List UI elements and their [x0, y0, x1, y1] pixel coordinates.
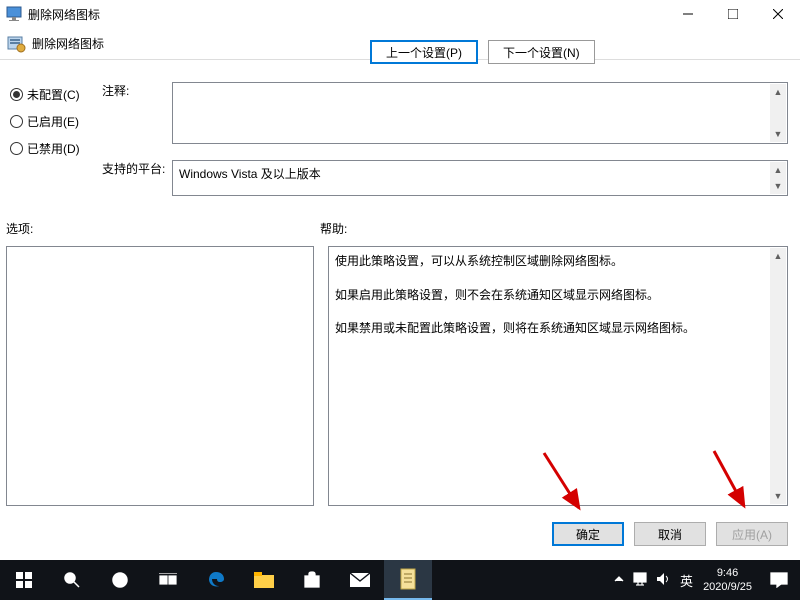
mail-icon[interactable]: [336, 560, 384, 600]
action-center-icon[interactable]: [758, 572, 800, 588]
cancel-button[interactable]: 取消: [634, 522, 706, 546]
ok-button[interactable]: 确定: [552, 522, 624, 546]
scroll-down-icon[interactable]: ▼: [770, 126, 786, 142]
close-button[interactable]: [755, 0, 800, 28]
ime-indicator[interactable]: 英: [680, 571, 693, 590]
store-icon[interactable]: [288, 560, 336, 600]
policy-icon: [6, 34, 26, 54]
tray-chevron-icon[interactable]: [614, 574, 624, 587]
app-icon: [6, 6, 22, 22]
scrollbar[interactable]: ▲▼: [770, 248, 786, 504]
prev-setting-button[interactable]: 上一个设置(P): [370, 40, 478, 64]
app-task-icon[interactable]: [384, 560, 432, 600]
apply-button[interactable]: 应用(A): [716, 522, 788, 546]
radio-label: 已禁用(D): [27, 140, 80, 157]
options-label: 选项:: [6, 220, 33, 237]
help-text: 使用此策略设置，可以从系统控制区域删除网络图标。: [335, 251, 781, 273]
network-tray-icon[interactable]: [632, 572, 648, 589]
taskbar: 英 9:46 2020/9/25: [0, 560, 800, 600]
next-setting-button[interactable]: 下一个设置(N): [488, 40, 595, 64]
scroll-down-icon[interactable]: ▼: [770, 178, 786, 194]
minimize-button[interactable]: [665, 0, 710, 28]
search-icon[interactable]: [48, 560, 96, 600]
state-radios: 未配置(C) 已启用(E) 已禁用(D): [10, 86, 80, 167]
help-pane: 使用此策略设置，可以从系统控制区域删除网络图标。 如果启用此策略设置，则不会在系…: [328, 246, 788, 506]
window-title: 删除网络图标: [28, 6, 665, 23]
edge-icon[interactable]: [192, 560, 240, 600]
policy-title: 删除网络图标: [32, 35, 104, 52]
volume-tray-icon[interactable]: [656, 572, 672, 589]
help-label: 帮助:: [320, 220, 347, 237]
radio-label: 未配置(C): [27, 86, 80, 103]
radio-enabled[interactable]: 已启用(E): [10, 113, 80, 130]
options-pane: [6, 246, 314, 506]
scrollbar[interactable]: ▲▼: [770, 84, 786, 142]
platform-label: 支持的平台:: [102, 160, 165, 177]
help-text: 如果禁用或未配置此策略设置，则将在系统通知区域显示网络图标。: [335, 318, 781, 340]
titlebar: 删除网络图标: [0, 0, 800, 28]
taskview-icon[interactable]: [144, 560, 192, 600]
scrollbar[interactable]: ▲▼: [770, 162, 786, 194]
maximize-button[interactable]: [710, 0, 755, 28]
explorer-icon[interactable]: [240, 560, 288, 600]
platform-textarea: Windows Vista 及以上版本 ▲▼: [172, 160, 788, 196]
radio-disabled[interactable]: 已禁用(D): [10, 140, 80, 157]
scroll-up-icon[interactable]: ▲: [770, 84, 786, 100]
scroll-up-icon[interactable]: ▲: [770, 162, 786, 178]
system-tray[interactable]: 英: [614, 571, 697, 590]
help-text: 如果启用此策略设置，则不会在系统通知区域显示网络图标。: [335, 285, 781, 307]
radio-not-configured[interactable]: 未配置(C): [10, 86, 80, 103]
start-button[interactable]: [0, 560, 48, 600]
radio-label: 已启用(E): [27, 113, 79, 130]
taskbar-clock[interactable]: 9:46 2020/9/25: [697, 566, 758, 595]
scroll-down-icon[interactable]: ▼: [770, 488, 786, 504]
cortana-icon[interactable]: [96, 560, 144, 600]
comment-textarea[interactable]: ▲▼: [172, 82, 788, 144]
comment-label: 注释:: [102, 82, 129, 99]
scroll-up-icon[interactable]: ▲: [770, 248, 786, 264]
